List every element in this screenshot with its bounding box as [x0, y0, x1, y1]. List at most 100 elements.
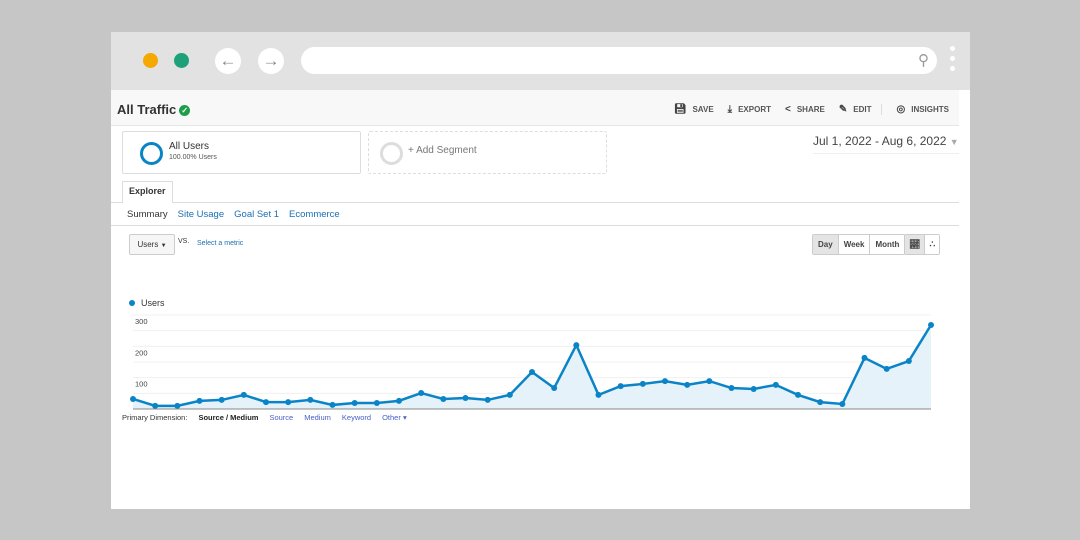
subtab-site-usage[interactable]: Site Usage	[178, 209, 224, 220]
chart-type-toggle: 📈︎ ∴	[904, 234, 941, 255]
kebab-menu-icon[interactable]	[950, 46, 955, 76]
subtab-summary[interactable]: Summary	[127, 209, 168, 220]
data-point	[684, 381, 691, 388]
subtab-goal-set-1[interactable]: Goal Set 1	[234, 209, 279, 220]
dimension-source-medium[interactable]: Source / Medium	[198, 413, 258, 422]
area-fill	[133, 325, 931, 409]
data-point	[373, 400, 380, 407]
data-point	[706, 378, 713, 385]
edit-label: EDIT	[853, 105, 872, 114]
window-dot-green[interactable]	[174, 53, 189, 68]
chevron-down-icon: ▼	[949, 137, 959, 147]
other-label: Other	[382, 413, 401, 422]
week-button[interactable]: Week	[838, 235, 871, 254]
granularity-toggle: Day Week Month	[812, 234, 906, 255]
browser-toolbar: ← → ⚲	[111, 32, 970, 90]
y-tick-label: 300	[135, 317, 148, 326]
day-button[interactable]: Day	[813, 235, 839, 254]
segment-ring-icon	[140, 142, 163, 165]
data-point	[883, 365, 890, 372]
report-header: All Traffic ✓ 💾︎ SAVE ⤓ EXPORT < SHARE ✎ EDIT…	[111, 90, 959, 126]
subtab-ecommerce[interactable]: Ecommerce	[289, 209, 340, 220]
edit-button[interactable]: ✎ EDIT	[839, 104, 883, 115]
share-label: SHARE	[796, 105, 825, 114]
address-bar[interactable]: ⚲	[301, 47, 937, 74]
y-tick-label: 200	[135, 348, 148, 357]
data-point	[662, 378, 668, 385]
users-chart: Users100200300...August 2022	[129, 298, 934, 410]
forward-arrow-icon[interactable]: →	[258, 48, 284, 74]
segment-name: All Users	[169, 141, 210, 152]
data-point	[263, 399, 269, 406]
insights-label: INSIGHTS	[911, 105, 949, 114]
line-chart-icon[interactable]: 📈︎	[905, 235, 926, 254]
insights-icon: ◎	[896, 104, 906, 115]
data-point	[750, 385, 757, 392]
month-button[interactable]: Month	[870, 235, 905, 254]
browser-window: ← → ⚲ All Traffic ✓ 💾︎ SAVE ⤓ EXPORT < SHARE…	[111, 32, 970, 509]
save-label: SAVE	[692, 105, 714, 114]
metric-dropdown[interactable]: Users ▼	[129, 234, 175, 255]
report-actions: 💾︎ SAVE ⤓ EXPORT < SHARE ✎ EDIT ◎ INSIGHTS	[674, 104, 949, 115]
share-button[interactable]: < SHARE	[785, 104, 825, 115]
vs-label: VS.	[178, 238, 190, 245]
data-point	[130, 395, 136, 402]
back-arrow-icon[interactable]: ←	[215, 48, 241, 74]
primary-dimension-label: Primary Dimension:	[122, 413, 188, 422]
data-point	[351, 400, 358, 407]
window-dot-yellow[interactable]	[143, 53, 158, 68]
search-icon[interactable]: ⚲	[918, 51, 929, 69]
select-metric-link[interactable]: Select a metric	[197, 240, 243, 247]
save-icon: 💾︎	[673, 104, 687, 115]
data-point	[928, 322, 934, 329]
data-point	[839, 400, 846, 407]
segment-all-users[interactable]: All Users 100.00% Users	[122, 131, 361, 174]
divider	[111, 225, 959, 226]
data-point	[617, 383, 624, 390]
save-button[interactable]: 💾︎ SAVE	[674, 104, 714, 115]
data-point	[152, 402, 159, 409]
export-label: EXPORT	[738, 105, 771, 114]
data-point	[196, 397, 203, 404]
data-point	[795, 391, 801, 398]
date-range-picker[interactable]: Jul 1, 2022 - Aug 6, 2022 ▼	[813, 134, 959, 154]
verified-shield-icon: ✓	[179, 105, 191, 116]
insights-button[interactable]: ◎ INSIGHTS	[896, 104, 949, 115]
subtabs: Summary Site Usage Goal Set 1 Ecommerce	[127, 209, 340, 220]
dimension-source[interactable]: Source	[269, 413, 293, 422]
legend-label: Users	[141, 298, 165, 308]
data-point	[905, 358, 912, 365]
segment-detail: 100.00% Users	[169, 154, 217, 161]
data-point	[484, 396, 491, 403]
motion-chart-icon[interactable]: ∴	[925, 235, 940, 254]
data-point	[551, 385, 558, 392]
primary-dimension-bar: Primary Dimension: Source / Medium Sourc…	[122, 413, 407, 422]
edit-icon: ✎	[838, 104, 848, 115]
share-icon: <	[785, 104, 791, 115]
data-point	[529, 369, 535, 376]
data-point	[440, 395, 447, 402]
data-point	[506, 391, 513, 398]
analytics-report: All Traffic ✓ 💾︎ SAVE ⤓ EXPORT < SHARE ✎ EDIT…	[111, 90, 959, 430]
export-button[interactable]: ⤓ EXPORT	[728, 104, 771, 115]
data-point	[462, 395, 469, 402]
data-point	[418, 390, 425, 397]
data-point	[329, 401, 336, 408]
data-point	[772, 381, 779, 388]
dimension-medium[interactable]: Medium	[304, 413, 331, 422]
data-point	[307, 396, 314, 403]
y-tick-label: 100	[135, 380, 148, 389]
data-point	[285, 399, 292, 406]
dimension-other[interactable]: Other ▾	[382, 413, 407, 422]
divider	[111, 202, 959, 203]
tab-explorer[interactable]: Explorer	[122, 181, 173, 203]
title-text: All Traffic	[117, 102, 177, 117]
date-range-text: Jul 1, 2022 - Aug 6, 2022	[813, 134, 947, 148]
add-segment-label: + Add Segment	[408, 145, 477, 156]
page-title: All Traffic ✓	[117, 102, 191, 117]
data-point	[240, 391, 247, 398]
data-point	[396, 397, 402, 404]
dropdown-arrow-icon: ▼	[160, 243, 167, 249]
add-segment-button[interactable]: + Add Segment	[368, 131, 607, 174]
dimension-keyword[interactable]: Keyword	[342, 413, 371, 422]
